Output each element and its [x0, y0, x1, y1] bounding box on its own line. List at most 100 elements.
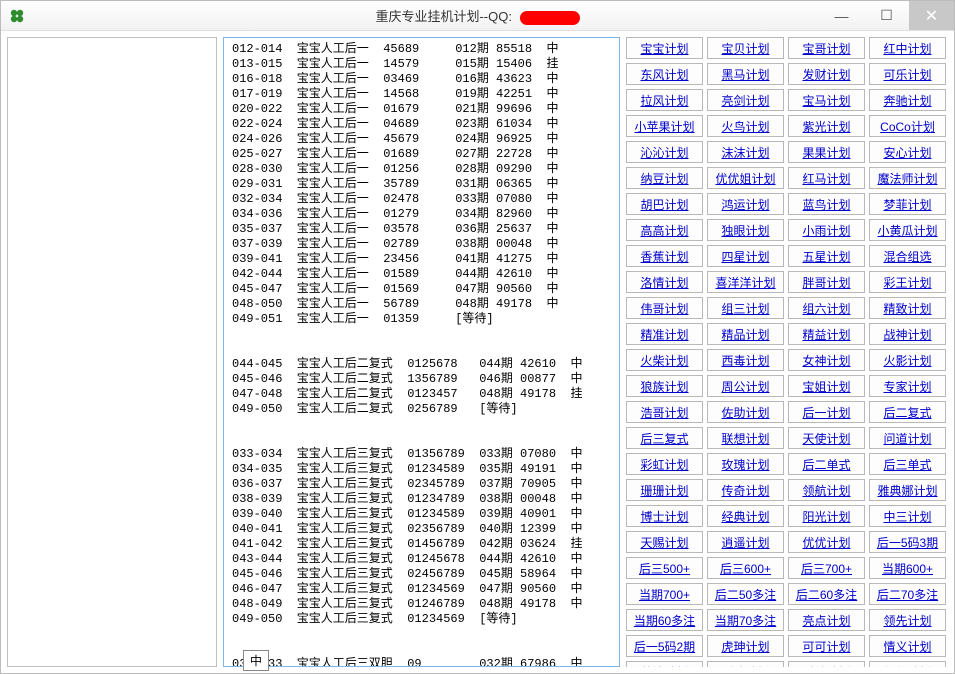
- plan-link[interactable]: 梦菲计划: [869, 193, 946, 215]
- plan-link[interactable]: 精益计划: [788, 323, 865, 345]
- plan-link[interactable]: 孤独计划: [707, 661, 784, 667]
- plan-link[interactable]: 天赐计划: [626, 531, 703, 553]
- plan-link[interactable]: 高高计划: [626, 219, 703, 241]
- plan-link[interactable]: 当期60多注: [626, 609, 703, 631]
- plan-link[interactable]: 浩哥计划: [626, 401, 703, 423]
- plan-link[interactable]: 红马计划: [788, 167, 865, 189]
- plan-link[interactable]: 后二复式: [869, 401, 946, 423]
- plan-link[interactable]: 后三600+: [707, 557, 784, 579]
- plan-link[interactable]: 荷塘计划: [626, 661, 703, 667]
- plan-link[interactable]: 可可计划: [788, 635, 865, 657]
- plan-link[interactable]: 小苹果计划: [626, 115, 703, 137]
- plan-link[interactable]: 伟哥计划: [626, 297, 703, 319]
- plan-link[interactable]: 后二70多注: [869, 583, 946, 605]
- plan-link[interactable]: 仔仔计划: [869, 661, 946, 667]
- plan-link[interactable]: CoCo计划: [869, 115, 946, 137]
- plan-link[interactable]: 东风计划: [626, 63, 703, 85]
- plan-link[interactable]: 喜洋洋计划: [707, 271, 784, 293]
- plan-link[interactable]: 专家计划: [869, 375, 946, 397]
- plan-link[interactable]: 红中计划: [869, 37, 946, 59]
- plan-link[interactable]: 优优计划: [788, 531, 865, 553]
- plan-link[interactable]: 火鸟计划: [707, 115, 784, 137]
- plan-link[interactable]: 当期70多注: [707, 609, 784, 631]
- plan-link[interactable]: 战神计划: [869, 323, 946, 345]
- plan-link[interactable]: 小雨计划: [788, 219, 865, 241]
- plan-link[interactable]: 精准计划: [626, 323, 703, 345]
- plan-link[interactable]: 火影计划: [869, 349, 946, 371]
- plan-link[interactable]: 独眼计划: [707, 219, 784, 241]
- plan-link[interactable]: 组六计划: [788, 297, 865, 319]
- plan-link[interactable]: 博士计划: [626, 505, 703, 527]
- plan-link[interactable]: 紫光计划: [788, 115, 865, 137]
- plan-link[interactable]: 混合组选: [869, 245, 946, 267]
- plan-link[interactable]: 后三复式: [626, 427, 703, 449]
- plan-link[interactable]: 后二60多注: [788, 583, 865, 605]
- plan-link[interactable]: 亮剑计划: [707, 89, 784, 111]
- plan-link[interactable]: 情义计划: [869, 635, 946, 657]
- plan-link[interactable]: 四星计划: [707, 245, 784, 267]
- plan-link[interactable]: 纳豆计划: [626, 167, 703, 189]
- plan-link[interactable]: 当期600+: [869, 557, 946, 579]
- plan-link[interactable]: 鸿运计划: [707, 193, 784, 215]
- plan-link[interactable]: 优优姐计划: [707, 167, 784, 189]
- plan-link[interactable]: 天使计划: [788, 427, 865, 449]
- plan-link[interactable]: 周公计划: [707, 375, 784, 397]
- plan-link[interactable]: 宝宝计划: [626, 37, 703, 59]
- plan-link[interactable]: 香蕉计划: [626, 245, 703, 267]
- plan-link[interactable]: 彩虹计划: [626, 453, 703, 475]
- plan-link[interactable]: 狼族计划: [626, 375, 703, 397]
- plan-link[interactable]: 蓝鸟计划: [788, 193, 865, 215]
- plan-link[interactable]: 发财计划: [788, 63, 865, 85]
- plan-link[interactable]: 中三计划: [869, 505, 946, 527]
- plan-link[interactable]: 西毒计划: [707, 349, 784, 371]
- plan-link[interactable]: 宝哥计划: [788, 37, 865, 59]
- plan-link[interactable]: 问道计划: [869, 427, 946, 449]
- plan-link[interactable]: 奔驰计划: [869, 89, 946, 111]
- plan-link[interactable]: 后三500+: [626, 557, 703, 579]
- plan-link[interactable]: 女神计划: [788, 349, 865, 371]
- plan-link[interactable]: 传奇计划: [707, 479, 784, 501]
- log-pane[interactable]: 012-014 宝宝人工后一 45689 012期 85518 中 013-01…: [223, 37, 620, 667]
- plan-link[interactable]: 逍遥计划: [707, 531, 784, 553]
- plan-link[interactable]: 阳光计划: [788, 505, 865, 527]
- close-button[interactable]: ✕: [909, 1, 954, 30]
- plan-link[interactable]: 五星计划: [788, 245, 865, 267]
- plan-link[interactable]: 后一5码2期: [626, 635, 703, 657]
- plan-link[interactable]: 精品计划: [707, 323, 784, 345]
- plan-link[interactable]: 当期700+: [626, 583, 703, 605]
- plan-link[interactable]: 珊珊计划: [626, 479, 703, 501]
- plan-link[interactable]: 领先计划: [869, 609, 946, 631]
- plan-link[interactable]: 胡巴计划: [626, 193, 703, 215]
- plan-link[interactable]: 财神计划: [788, 661, 865, 667]
- plan-link[interactable]: 佐助计划: [707, 401, 784, 423]
- plan-link[interactable]: 后三单式: [869, 453, 946, 475]
- plan-link[interactable]: 魔法师计划: [869, 167, 946, 189]
- plan-link[interactable]: 联想计划: [707, 427, 784, 449]
- plan-link[interactable]: 组三计划: [707, 297, 784, 319]
- plan-link[interactable]: 小黄瓜计划: [869, 219, 946, 241]
- plan-link[interactable]: 玫瑰计划: [707, 453, 784, 475]
- plan-link[interactable]: 后二单式: [788, 453, 865, 475]
- plan-link[interactable]: 后二50多注: [707, 583, 784, 605]
- plan-link[interactable]: 后一5码3期: [869, 531, 946, 553]
- plan-link[interactable]: 后一计划: [788, 401, 865, 423]
- plan-link[interactable]: 雅典娜计划: [869, 479, 946, 501]
- plan-link[interactable]: 安心计划: [869, 141, 946, 163]
- plan-link[interactable]: 黑马计划: [707, 63, 784, 85]
- plan-link[interactable]: 亮点计划: [788, 609, 865, 631]
- plan-link[interactable]: 经典计划: [707, 505, 784, 527]
- plan-link[interactable]: 宝马计划: [788, 89, 865, 111]
- plan-link[interactable]: 拉风计划: [626, 89, 703, 111]
- plan-link[interactable]: 沁沁计划: [626, 141, 703, 163]
- plan-link[interactable]: 可乐计划: [869, 63, 946, 85]
- plan-link[interactable]: 胖哥计划: [788, 271, 865, 293]
- plan-link[interactable]: 果果计划: [788, 141, 865, 163]
- maximize-button[interactable]: ☐: [864, 1, 909, 30]
- plan-link[interactable]: 火柴计划: [626, 349, 703, 371]
- plan-link[interactable]: 洛情计划: [626, 271, 703, 293]
- plan-link[interactable]: 精致计划: [869, 297, 946, 319]
- plan-link[interactable]: 宝姐计划: [788, 375, 865, 397]
- plan-link[interactable]: 彩王计划: [869, 271, 946, 293]
- minimize-button[interactable]: —: [819, 1, 864, 30]
- plan-link[interactable]: 后三700+: [788, 557, 865, 579]
